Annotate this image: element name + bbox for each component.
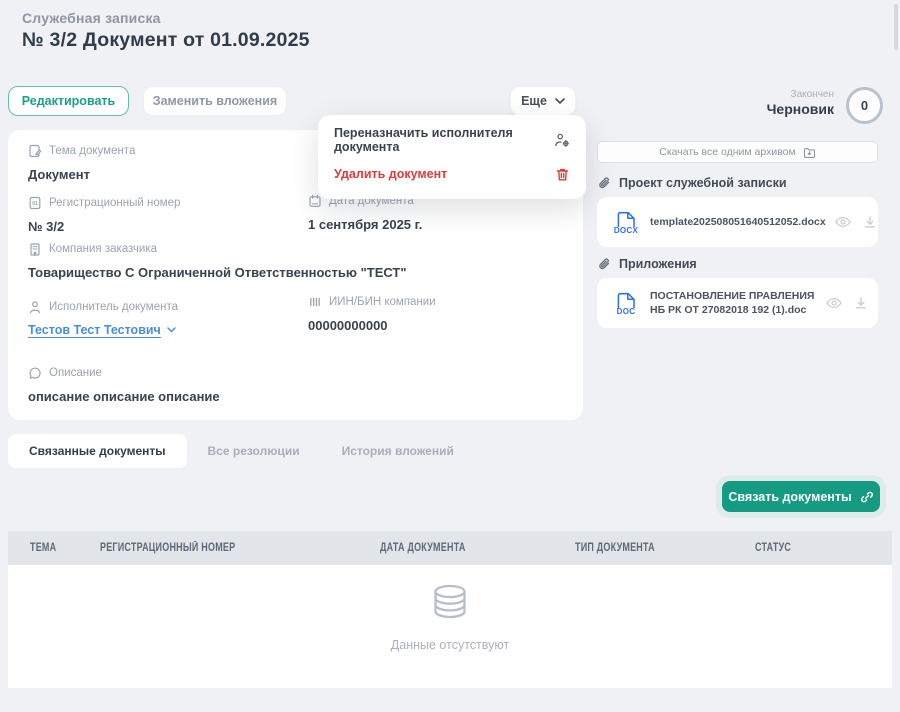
empty-state-text: Данные отсутствуют <box>391 638 509 652</box>
column-header-date: ДАТА ДОКУМЕНТА <box>380 531 490 565</box>
tab-attachment-history[interactable]: История вложений <box>321 434 475 468</box>
paperclip-icon <box>597 176 611 190</box>
linked-documents-table-body: Данные отсутствуют <box>8 565 892 688</box>
archive-download-icon <box>803 146 816 159</box>
field-description-label: Описание <box>49 367 102 379</box>
draft-file-card: DOCX template202508051640512052.docx <box>597 197 878 247</box>
link-documents-button[interactable]: Связать документы <box>722 481 880 512</box>
doc-badge-label: DOC <box>617 307 636 316</box>
menu-item-reassign-executor[interactable]: Переназначить исполнителя документа <box>318 123 586 157</box>
building-icon <box>28 242 42 256</box>
paperclip-icon <box>597 257 611 271</box>
column-header-status: СТАТУС <box>755 531 801 565</box>
tab-linked-documents-label: Связанные документы <box>29 444 166 458</box>
field-iin: ИИН/БИН компании 00000000000 <box>308 295 436 333</box>
replace-attachments-button[interactable]: Заменить вложения <box>143 86 287 116</box>
draft-section-title: Проект служебной записки <box>619 176 787 190</box>
comment-icon <box>28 366 42 380</box>
download-all-archive-button[interactable]: Скачать все одним архивом <box>597 141 878 163</box>
more-button[interactable]: Еще <box>510 86 576 116</box>
appendix-file-card: DOC ПОСТАНОВЛЕНИЕ ПРАВЛЕНИЯ НБ РК ОТ 270… <box>597 278 878 328</box>
tab-all-resolutions[interactable]: Все резолюции <box>187 434 321 468</box>
field-description: Описание описание описание описание <box>28 366 220 404</box>
appendix-file-name: ПОСТАНОВЛЕНИЕ ПРАВЛЕНИЯ НБ РК ОТ 2708201… <box>650 289 817 317</box>
executor-link[interactable]: Тестов Тест Тестович <box>28 323 178 337</box>
field-date: Дата документа 1 сентября 2025 г. <box>308 194 422 232</box>
trash-icon <box>555 167 570 182</box>
docx-file-icon: DOCX <box>611 210 641 235</box>
field-executor-label: Исполнитель документа <box>49 301 178 313</box>
tab-linked-documents[interactable]: Связанные документы <box>8 434 187 468</box>
preview-eye-icon[interactable] <box>826 297 842 309</box>
edit-button-label: Редактировать <box>22 94 115 108</box>
chevron-down-icon <box>555 98 565 105</box>
menu-item-delete-label: Удалить документ <box>334 167 447 181</box>
field-reg-number: 01 Регистрационный номер № 3/2 <box>28 196 180 234</box>
svg-text:01: 01 <box>32 201 38 207</box>
download-icon[interactable] <box>863 215 877 229</box>
download-all-label: Скачать все одним архивом <box>659 146 796 158</box>
column-header-doc-type: ТИП ДОКУМЕНТА <box>575 531 677 565</box>
field-topic: Тема документа Документ <box>28 144 135 182</box>
draft-section-header: Проект служебной записки <box>597 176 787 190</box>
draft-file-name: template202508051640512052.docx <box>650 215 826 229</box>
appendix-section-title: Приложения <box>619 257 697 271</box>
status-counter-value: 0 <box>861 98 868 113</box>
status-counter: 0 <box>846 87 883 124</box>
field-topic-value: Документ <box>28 167 135 182</box>
edit-button[interactable]: Редактировать <box>8 86 129 116</box>
field-iin-value: 00000000000 <box>308 318 436 333</box>
chain-link-icon <box>860 490 874 504</box>
appendix-section-header: Приложения <box>597 257 697 271</box>
more-button-label: Еще <box>521 94 547 108</box>
tab-attachment-history-label: История вложений <box>342 444 454 458</box>
linked-documents-table-header: ТЕМА РЕГИСТРАЦИОННЫЙ НОМЕР ДАТА ДОКУМЕНТ… <box>8 531 892 565</box>
barcode-icon <box>308 295 322 309</box>
field-date-value: 1 сентября 2025 г. <box>308 217 422 232</box>
page-title: № 3/2 Документ от 01.09.2025 <box>22 29 310 52</box>
document-edit-icon <box>28 144 42 158</box>
menu-item-delete-document[interactable]: Удалить документ <box>318 157 586 191</box>
column-header-reg-number: РЕГИСТРАЦИОННЫЙ НОМЕР <box>100 531 274 565</box>
tab-all-resolutions-label: Все резолюции <box>208 444 300 458</box>
download-icon[interactable] <box>854 296 868 310</box>
page-subtitle: Служебная записка <box>22 10 161 26</box>
registration-number-icon: 01 <box>28 196 42 210</box>
status-badge: Черновик <box>767 101 834 117</box>
executor-name: Тестов Тест Тестович <box>28 323 161 337</box>
column-header-topic: ТЕМА <box>30 531 64 565</box>
doc-file-icon: DOC <box>611 291 641 316</box>
field-reg-label: Регистрационный номер <box>49 197 180 209</box>
menu-item-reassign-label: Переназначить исполнителя документа <box>334 126 542 154</box>
person-gear-icon <box>554 132 570 148</box>
docx-badge-label: DOCX <box>614 226 638 235</box>
tab-bar: Связанные документы Все резолюции Истори… <box>8 434 475 468</box>
status-stage-label: Закончен <box>791 89 834 100</box>
link-documents-label: Связать документы <box>728 490 851 504</box>
field-iin-label: ИИН/БИН компании <box>329 296 436 308</box>
scrollbar-thumb[interactable] <box>894 4 898 50</box>
memo-page: Служебная записка № 3/2 Документ от 01.0… <box>0 0 900 712</box>
field-company-value: Товарищество С Ограниченной Ответственно… <box>28 265 407 280</box>
field-topic-label: Тема документа <box>49 145 135 157</box>
field-company-label: Компания заказчика <box>49 243 157 255</box>
field-executor: Исполнитель документа Тестов Тест Тестов… <box>28 300 178 337</box>
calendar-icon <box>308 194 322 208</box>
person-icon <box>28 300 42 314</box>
field-company: Компания заказчика Товарищество С Ограни… <box>28 242 407 280</box>
field-reg-value: № 3/2 <box>28 219 180 234</box>
chevron-down-icon <box>167 327 176 333</box>
database-icon <box>427 583 473 624</box>
more-dropdown-menu: Переназначить исполнителя документа Удал… <box>318 115 586 199</box>
replace-attachments-label: Заменить вложения <box>153 94 277 108</box>
preview-eye-icon[interactable] <box>835 216 851 228</box>
field-description-value: описание описание описание <box>28 389 220 404</box>
